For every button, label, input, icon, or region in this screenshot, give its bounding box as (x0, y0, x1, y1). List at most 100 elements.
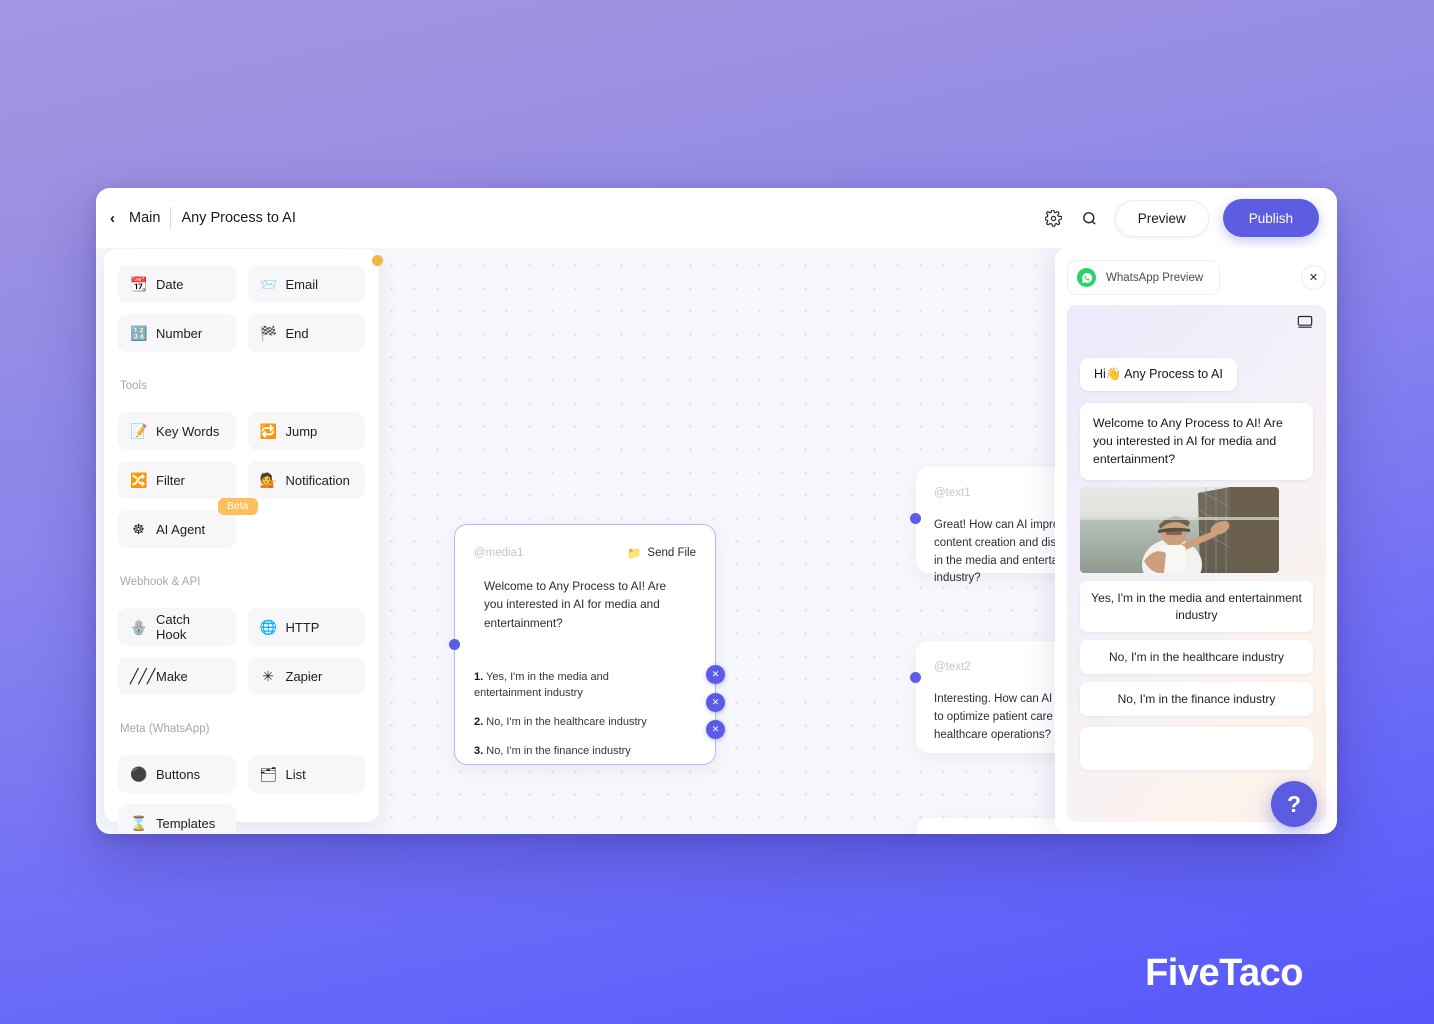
palette-item-label: Make (156, 668, 188, 684)
list-icon: 🗂 (259, 766, 278, 782)
palette-item-templates[interactable]: ⌛ Templates (118, 804, 236, 834)
palette-item-label: Key Words (156, 423, 220, 439)
bell-person-icon: 💁 (259, 472, 277, 488)
palette-item-email[interactable]: 📨 Email (247, 265, 365, 303)
breadcrumb-divider (170, 207, 172, 229)
whatsapp-option[interactable]: Yes, I'm in the media and entertainment … (1080, 581, 1313, 632)
node-message: Welcome to Any Process to AI! Are you in… (484, 579, 667, 630)
whatsapp-option[interactable]: No, I'm in the finance industry (1080, 682, 1313, 717)
layout-icon[interactable] (1297, 315, 1313, 335)
repeat-icon: 🔁 (259, 423, 277, 439)
zapier-icon: ✳ (262, 668, 274, 684)
palette-item-buttons[interactable]: ⚫ Buttons (118, 755, 236, 793)
close-icon[interactable]: ✕ (1301, 265, 1326, 290)
palette-grid: 📆 Date 📨 Email 🔢 Number 🏁 End Tools 📝 Key Words 🔁 Ju… (118, 265, 365, 834)
palette-item-date[interactable]: 📆 Date (118, 265, 236, 303)
palette-item-list[interactable]: 🗂 List (247, 755, 365, 793)
calendar-icon: 📆 (130, 276, 148, 292)
brand-logo: FiveTaco (1145, 952, 1303, 994)
send-file-label: Send File (647, 547, 696, 559)
node-tag: @text1 (934, 487, 971, 499)
palette-section-label: Tools (120, 380, 147, 392)
publish-button[interactable]: Publish (1222, 199, 1319, 237)
palette-item-label: Buttons (156, 766, 201, 782)
palette-item-jump[interactable]: 🔁 Jump (247, 412, 365, 450)
breadcrumb-root[interactable]: Main (129, 210, 160, 226)
node-palette: 📆 Date 📨 Email 🔢 Number 🏁 End Tools 📝 Key Words 🔁 Ju… (104, 249, 383, 834)
make-icon: ╱╱╱ (130, 668, 156, 684)
webhook-icon: 🪬 (130, 619, 148, 635)
email-icon: 📨 (259, 276, 277, 292)
node-tag: @text2 (934, 661, 971, 673)
palette-item-notification[interactable]: 💁 Notification (247, 461, 365, 499)
flow-node-media1[interactable]: @media1 📁 Send File Welcome to Any Proce… (449, 524, 725, 765)
palette-item-label: Number (156, 325, 203, 341)
palette-section-label: Meta (WhatsApp) (120, 723, 210, 735)
app-window: ‹ Main Any Process to AI Preview Publish (96, 188, 1337, 834)
palette-item-label: HTTP (285, 619, 320, 635)
number-icon: 🔢 (130, 325, 148, 341)
palette-item-zapier[interactable]: ✳ Zapier (247, 657, 365, 695)
gear-icon[interactable] (1043, 207, 1065, 229)
whatsapp-chat-toolbar (1080, 315, 1313, 335)
node-input-port[interactable] (910, 672, 921, 683)
node-option[interactable]: 3. No, I'm in the finance industry (474, 744, 674, 760)
whatsapp-bubble-image (1080, 487, 1279, 574)
palette-item-label: Templates (156, 815, 216, 831)
palette-item-label: Date (156, 276, 184, 292)
whatsapp-preview-chip: WhatsApp Preview (1067, 260, 1221, 295)
node-input-port[interactable] (449, 639, 460, 650)
node-option-list: 1. Yes, I'm in the media and entertainme… (474, 670, 696, 760)
palette-item-label: Notification (285, 472, 350, 488)
help-button[interactable]: ? (1271, 781, 1317, 827)
openai-icon: ☸ (132, 521, 145, 537)
shuffle-icon: 🔀 (130, 472, 148, 488)
node-input-port[interactable] (910, 513, 921, 524)
palette-item-number[interactable]: 🔢 Number (118, 314, 236, 352)
palette-item-catch-hook[interactable]: 🪬 Catch Hook (118, 608, 236, 646)
palette-item-http[interactable]: 🌐 HTTP (247, 608, 365, 646)
palette-item-label: AI Agent (156, 521, 206, 537)
palette-item-label: Email (285, 276, 319, 292)
header-actions: Preview Publish (1043, 199, 1319, 237)
globe-icon: 🌐 (259, 619, 277, 635)
node-option[interactable]: 1. Yes, I'm in the media and entertainme… (474, 670, 674, 702)
palette-item-label: Jump (285, 423, 318, 439)
node-option[interactable]: 2. No, I'm in the healthcare industry (474, 715, 674, 731)
palette-section-label: Webhook & API (120, 576, 201, 588)
whatsapp-chat-body: Hi👋 Any Process to AI Welcome to Any Pro… (1067, 305, 1326, 822)
page-title: Any Process to AI (181, 210, 296, 226)
palette-item-end[interactable]: 🏁 End (247, 314, 365, 352)
preview-button[interactable]: Preview (1114, 199, 1209, 237)
whatsapp-preview-header: WhatsApp Preview ✕ (1067, 260, 1326, 295)
palette-item-make[interactable]: ╱╱╱ Make (118, 657, 236, 695)
flow-canvas[interactable]: 📆 Date 📨 Email 🔢 Number 🏁 End Tools 📝 Key Words 🔁 Ju… (96, 248, 1337, 834)
node-output-port-2[interactable]: ✕ (706, 693, 725, 712)
send-file-button[interactable]: 📁 Send File (627, 546, 696, 560)
chevron-left-icon[interactable]: ‹ (106, 209, 119, 228)
checkered-flag-icon: 🏁 (259, 325, 277, 341)
hourglass-icon: ⌛ (130, 815, 148, 831)
palette-item-label: Filter (156, 472, 185, 488)
palette-item-label: Zapier (285, 668, 323, 684)
whatsapp-message-input[interactable] (1080, 727, 1313, 771)
breadcrumb: ‹ Main Any Process to AI (106, 207, 296, 229)
whatsapp-option[interactable]: No, I'm in the healthcare industry (1080, 639, 1313, 675)
palette-item-label: End (285, 325, 309, 341)
node-output-port-3[interactable]: ✕ (706, 720, 725, 739)
palette-notification-dot (372, 255, 383, 266)
node-header: @media1 📁 Send File (474, 546, 696, 560)
beta-badge: Beta (218, 498, 258, 515)
palette-item-filter[interactable]: 🔀 Filter (118, 461, 236, 499)
app-header: ‹ Main Any Process to AI Preview Publish (96, 188, 1337, 248)
palette-item-key-words[interactable]: 📝 Key Words (118, 412, 236, 450)
node-tag: @media1 (474, 547, 524, 559)
palette-item-ai-agent[interactable]: ☸ AI Agent Beta (118, 498, 258, 548)
whatsapp-option-list: Yes, I'm in the media and entertainment … (1080, 581, 1313, 717)
whatsapp-icon (1077, 268, 1096, 287)
open-folder-icon: 📁 (627, 548, 642, 560)
palette-item-label: List (285, 766, 306, 782)
search-icon[interactable] (1079, 207, 1101, 229)
node-output-port-1[interactable]: ✕ (706, 665, 725, 684)
whatsapp-preview-panel: WhatsApp Preview ✕ Hi👋 Any Process to AI… (1055, 248, 1337, 834)
